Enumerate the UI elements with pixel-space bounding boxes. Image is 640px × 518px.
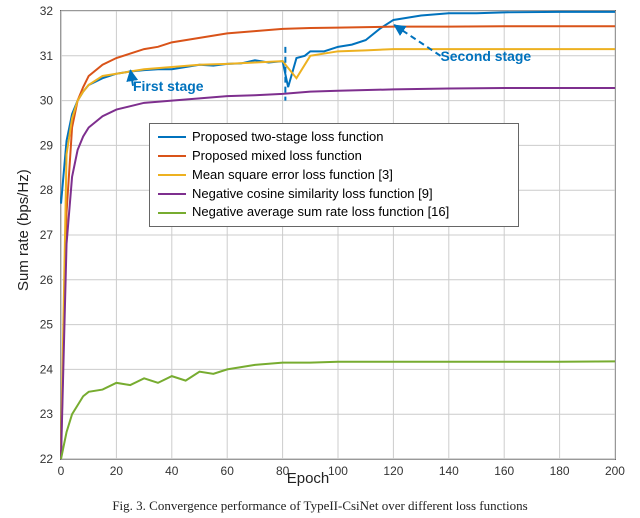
legend-swatch [158,174,186,176]
legend-swatch [158,155,186,157]
legend-item: Proposed mixed loss function [158,147,510,166]
figure-caption: Fig. 3. Convergence performance of TypeI… [0,498,640,514]
legend-label: Negative average sum rate loss function … [192,203,449,222]
legend-label: Proposed mixed loss function [192,147,362,166]
svg-text:27: 27 [40,228,54,242]
legend-item: Proposed two-stage loss function [158,128,510,147]
legend-swatch [158,136,186,138]
legend-label: Proposed two-stage loss function [192,128,384,147]
svg-text:32: 32 [40,4,54,18]
annotation-text: Second stage [440,48,531,64]
figure-container: First stageSecond stage 0204060801001201… [0,0,640,518]
svg-text:22: 22 [40,452,54,466]
svg-text:29: 29 [40,138,54,152]
svg-text:25: 25 [40,318,54,332]
svg-text:30: 30 [40,94,54,108]
svg-text:26: 26 [40,273,54,287]
svg-text:23: 23 [40,407,54,421]
legend-item: Mean square error loss function [3] [158,166,510,185]
legend-label: Negative cosine similarity loss function… [192,185,433,204]
svg-text:28: 28 [40,183,54,197]
y-axis-label: Sum rate (bps/Hz) [15,0,32,460]
legend: Proposed two-stage loss functionProposed… [149,123,519,227]
annotation-arrow [393,24,440,55]
legend-item: Negative average sum rate loss function … [158,203,510,222]
chart-svg: First stageSecond stage 0204060801001201… [61,11,615,459]
svg-text:24: 24 [40,362,54,376]
svg-text:31: 31 [40,49,54,63]
plot-area: First stageSecond stage 0204060801001201… [60,10,616,460]
legend-swatch [158,212,186,214]
legend-label: Mean square error loss function [3] [192,166,393,185]
legend-swatch [158,193,186,195]
x-axis-label: Epoch [0,470,616,487]
legend-item: Negative cosine similarity loss function… [158,185,510,204]
annotation-text: First stage [133,78,204,94]
